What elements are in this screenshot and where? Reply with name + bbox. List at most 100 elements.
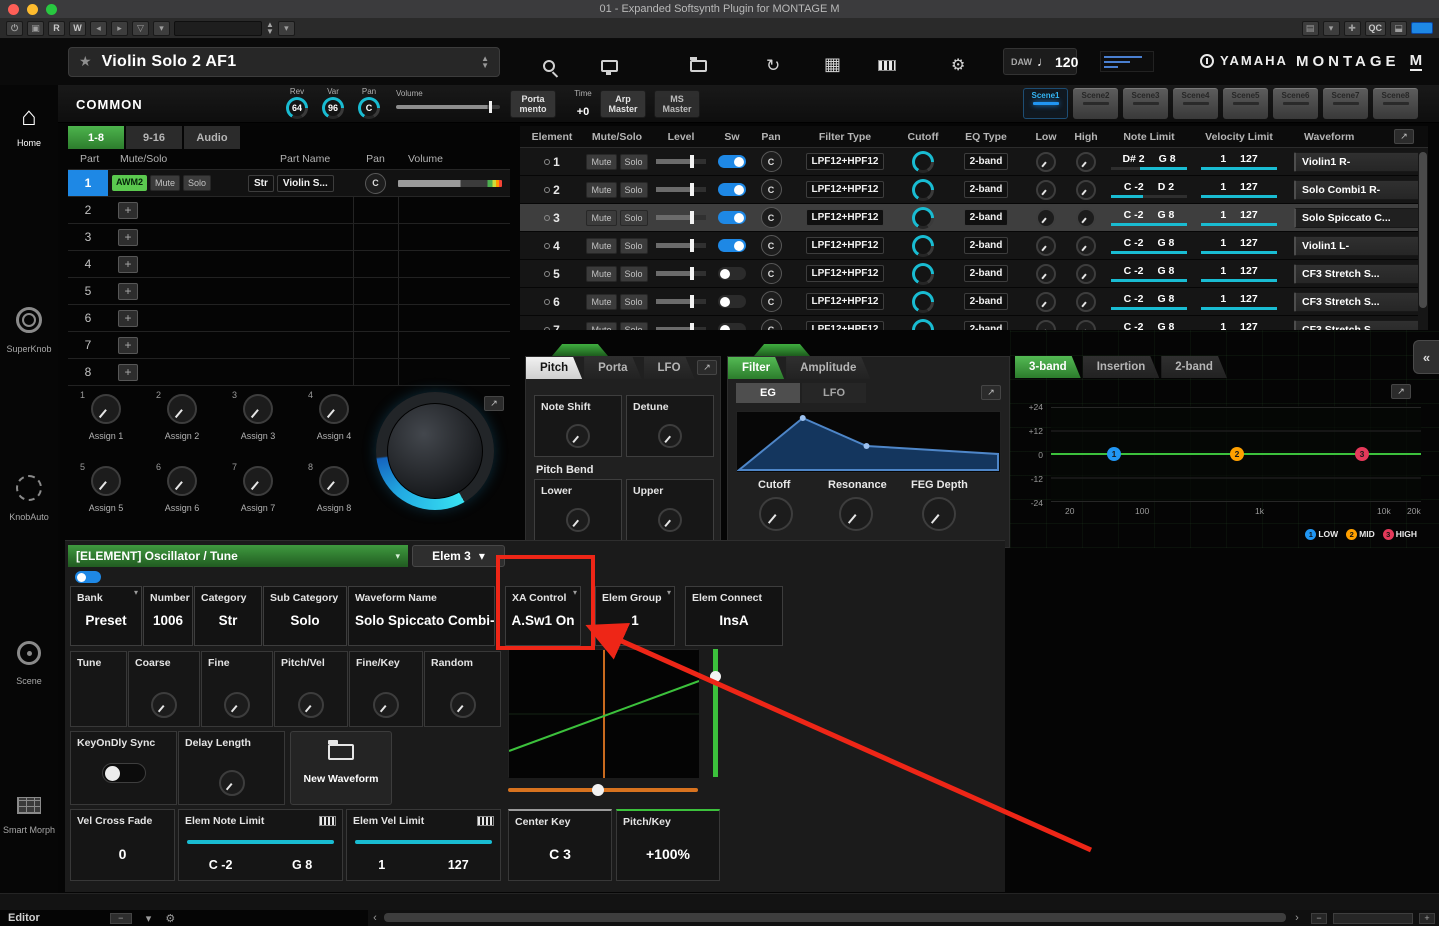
add-part-button[interactable] bbox=[118, 310, 138, 327]
snapshot-icon[interactable]: ▤ bbox=[1302, 21, 1319, 36]
expand-icon[interactable] bbox=[484, 396, 504, 411]
preset-combo[interactable] bbox=[174, 21, 262, 36]
waveform-select[interactable]: CF3 Stretch S... bbox=[1294, 264, 1420, 284]
sidebar-item-scene[interactable]: Scene bbox=[0, 641, 58, 686]
slider-handle[interactable] bbox=[592, 784, 604, 796]
expand-icon[interactable] bbox=[697, 360, 717, 375]
velocity-limit-low[interactable]: 1 bbox=[1220, 153, 1226, 165]
expand-icon[interactable] bbox=[981, 385, 1001, 400]
velocity-limit-low[interactable]: 1 bbox=[1220, 237, 1226, 249]
scrollbar-thumb[interactable] bbox=[384, 913, 1286, 922]
part-pan-knob[interactable]: C bbox=[365, 173, 386, 194]
waveform-select[interactable]: CF3 Stretch S bbox=[1294, 320, 1420, 331]
tab-filter[interactable]: Filter bbox=[728, 357, 784, 379]
scene-6-button[interactable]: Scene6 bbox=[1273, 88, 1318, 119]
assign-1-knob[interactable]: 1Assign 1 bbox=[68, 388, 144, 460]
add-part-button[interactable] bbox=[118, 202, 138, 219]
element-radio[interactable] bbox=[544, 187, 550, 193]
settings-gear-icon[interactable] bbox=[951, 55, 965, 75]
quick-control-button[interactable]: QC bbox=[1365, 21, 1387, 36]
element-mute-button[interactable]: Mute bbox=[586, 154, 616, 170]
tab-amplitude[interactable]: Amplitude bbox=[786, 357, 870, 379]
folder-icon[interactable] bbox=[690, 60, 707, 72]
cutoff-knob[interactable] bbox=[912, 235, 934, 257]
element-switch-toggle[interactable] bbox=[718, 211, 746, 224]
add-part-button[interactable] bbox=[118, 256, 138, 273]
element-switch-toggle[interactable] bbox=[718, 295, 746, 308]
element-radio[interactable] bbox=[544, 271, 550, 277]
note-limit-high[interactable]: G 8 bbox=[1159, 153, 1176, 165]
add-part-button[interactable] bbox=[118, 229, 138, 246]
fine-tune-knob[interactable] bbox=[224, 692, 250, 718]
scroll-right-arrow[interactable] bbox=[1290, 912, 1304, 924]
cutoff-knob[interactable] bbox=[912, 319, 934, 331]
coarse-tune-knob[interactable] bbox=[151, 692, 177, 718]
center-key-field[interactable]: Center Key C 3 bbox=[508, 809, 612, 881]
power-icon[interactable]: ⏻ bbox=[6, 21, 23, 36]
tab-lfo[interactable]: LFO bbox=[644, 357, 695, 379]
number-field[interactable]: Number 1006 bbox=[143, 586, 193, 646]
write-automation-button[interactable]: W bbox=[69, 21, 86, 36]
element-pan-knob[interactable]: C bbox=[761, 179, 782, 200]
pitch-key-field[interactable]: Pitch/Key +100% bbox=[616, 809, 720, 881]
key-follow-graph[interactable] bbox=[508, 649, 698, 777]
element-level-slider[interactable] bbox=[656, 159, 706, 164]
scene-2-button[interactable]: Scene2 bbox=[1073, 88, 1118, 119]
assign-5-knob[interactable]: 5Assign 5 bbox=[68, 460, 144, 532]
compare-icon[interactable]: ▾ bbox=[153, 21, 170, 36]
element-radio[interactable] bbox=[544, 327, 550, 331]
coarse-tune-field[interactable]: Coarse bbox=[128, 651, 200, 727]
cutoff-knob[interactable] bbox=[912, 151, 934, 173]
filter-type-select[interactable]: LPF12+HPF12 bbox=[806, 321, 885, 330]
element-mute-button[interactable]: Mute bbox=[586, 266, 616, 282]
scene-4-button[interactable]: Scene4 bbox=[1173, 88, 1218, 119]
velocity-limit-high[interactable]: 127 bbox=[1240, 237, 1258, 249]
eq-low-knob[interactable] bbox=[1036, 320, 1056, 331]
random-knob[interactable] bbox=[450, 692, 476, 718]
note-limit-high[interactable]: G 8 bbox=[1157, 265, 1174, 277]
element-row-4[interactable]: 4 MuteSolo C LPF12+HPF12 2-band C -2G 8 … bbox=[520, 232, 1428, 260]
pan-knob[interactable]: Pan C bbox=[352, 87, 386, 119]
add-part-button[interactable] bbox=[118, 337, 138, 354]
tab-pitch[interactable]: Pitch bbox=[526, 357, 582, 379]
element-solo-button[interactable]: Solo bbox=[620, 294, 648, 310]
eq-low-knob[interactable] bbox=[1036, 180, 1056, 200]
portamento-button[interactable]: Portamento bbox=[510, 90, 556, 118]
porta-time-knob[interactable]: Time +0 bbox=[566, 89, 600, 118]
zoom-in-button[interactable]: + bbox=[1419, 913, 1435, 924]
note-limit-low[interactable]: C -2 bbox=[1124, 181, 1144, 193]
resonance-knob[interactable] bbox=[839, 497, 873, 531]
filter-type-select[interactable]: LPF12+HPF12 bbox=[806, 181, 885, 198]
common-label[interactable]: COMMON bbox=[76, 97, 143, 112]
pitch-bend-lower-knob[interactable] bbox=[566, 508, 590, 532]
velocity-limit-low[interactable]: 1 bbox=[1220, 265, 1226, 277]
note-limit-high[interactable]: G 8 bbox=[1157, 293, 1174, 305]
part-volume-slider[interactable] bbox=[398, 180, 502, 187]
element-radio[interactable] bbox=[544, 299, 550, 305]
element-mute-button[interactable]: Mute bbox=[586, 238, 616, 254]
pitch-vel-knob[interactable] bbox=[298, 692, 324, 718]
sync-icon[interactable] bbox=[766, 56, 780, 76]
sidebar-item-superknob[interactable]: SuperKnob bbox=[0, 307, 58, 354]
tab-eg[interactable]: EG bbox=[736, 383, 800, 403]
preset-up-down-spinner[interactable]: ▲▼ bbox=[266, 21, 274, 35]
ms-master-button[interactable]: MSMaster bbox=[654, 90, 700, 118]
part-row-2[interactable]: 2 bbox=[68, 197, 510, 224]
element-solo-button[interactable]: Solo bbox=[620, 154, 648, 170]
element-switch-toggle[interactable] bbox=[718, 323, 746, 330]
minimize-window-button[interactable] bbox=[27, 4, 38, 15]
snapshot-menu-caret[interactable]: ▾ bbox=[1323, 21, 1340, 36]
scene-8-button[interactable]: Scene8 bbox=[1373, 88, 1418, 119]
element-pan-knob[interactable]: C bbox=[761, 151, 782, 172]
note-limit-low[interactable]: C -2 bbox=[1124, 321, 1144, 330]
xa-control-field[interactable]: XA Control A.Sw1 On bbox=[505, 586, 581, 646]
part-row-6[interactable]: 6 bbox=[68, 305, 510, 332]
scroll-left-arrow[interactable] bbox=[368, 912, 382, 924]
variation-send-knob[interactable]: Var 96 bbox=[316, 87, 350, 119]
note-limit-low[interactable]: C -2 bbox=[1124, 209, 1144, 221]
element-row-6[interactable]: 6 MuteSolo C LPF12+HPF12 2-band C -2G 8 … bbox=[520, 288, 1428, 316]
super-knob[interactable] bbox=[376, 392, 494, 510]
keyondly-sync-field[interactable]: KeyOnDly Sync bbox=[70, 731, 177, 805]
add-part-button[interactable] bbox=[118, 364, 138, 381]
arp-master-button[interactable]: ArpMaster bbox=[600, 90, 646, 118]
